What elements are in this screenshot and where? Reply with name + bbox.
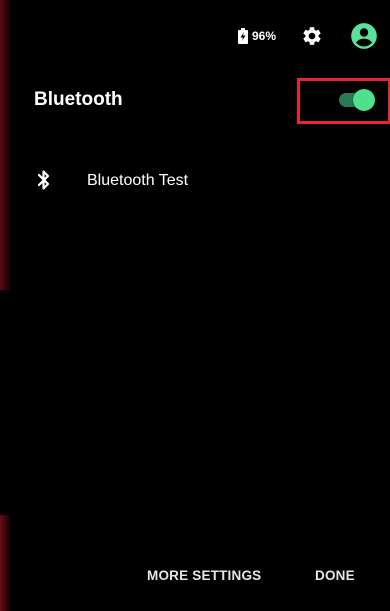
battery-percent: 96%: [251, 29, 276, 43]
bluetooth-icon: [37, 170, 50, 190]
page-title: Bluetooth: [34, 89, 123, 110]
settings-button[interactable]: [300, 24, 324, 48]
account-circle-icon: [351, 23, 377, 49]
bluetooth-panel: 96% Bluetooth Bluetooth Test MORE SETTIN…: [10, 0, 390, 611]
device-name: Bluetooth Test: [87, 172, 189, 189]
account-button[interactable]: [350, 22, 378, 50]
bluetooth-quick-settings-screen: 96% Bluetooth Bluetooth Test MORE SETTIN…: [0, 0, 390, 611]
battery-charging-icon: [237, 28, 248, 44]
dialog-actions: MORE SETTINGS DONE: [10, 562, 390, 594]
status-bar: 96%: [237, 22, 378, 50]
battery-indicator: 96%: [237, 28, 276, 44]
more-settings-button[interactable]: MORE SETTINGS: [147, 568, 261, 583]
done-button[interactable]: DONE: [315, 568, 355, 583]
bluetooth-toggle[interactable]: [337, 88, 377, 112]
bluetooth-header: Bluetooth: [10, 78, 390, 124]
toggle-thumb: [353, 89, 375, 111]
list-item[interactable]: Bluetooth Test: [10, 160, 390, 202]
gear-icon: [303, 27, 321, 45]
